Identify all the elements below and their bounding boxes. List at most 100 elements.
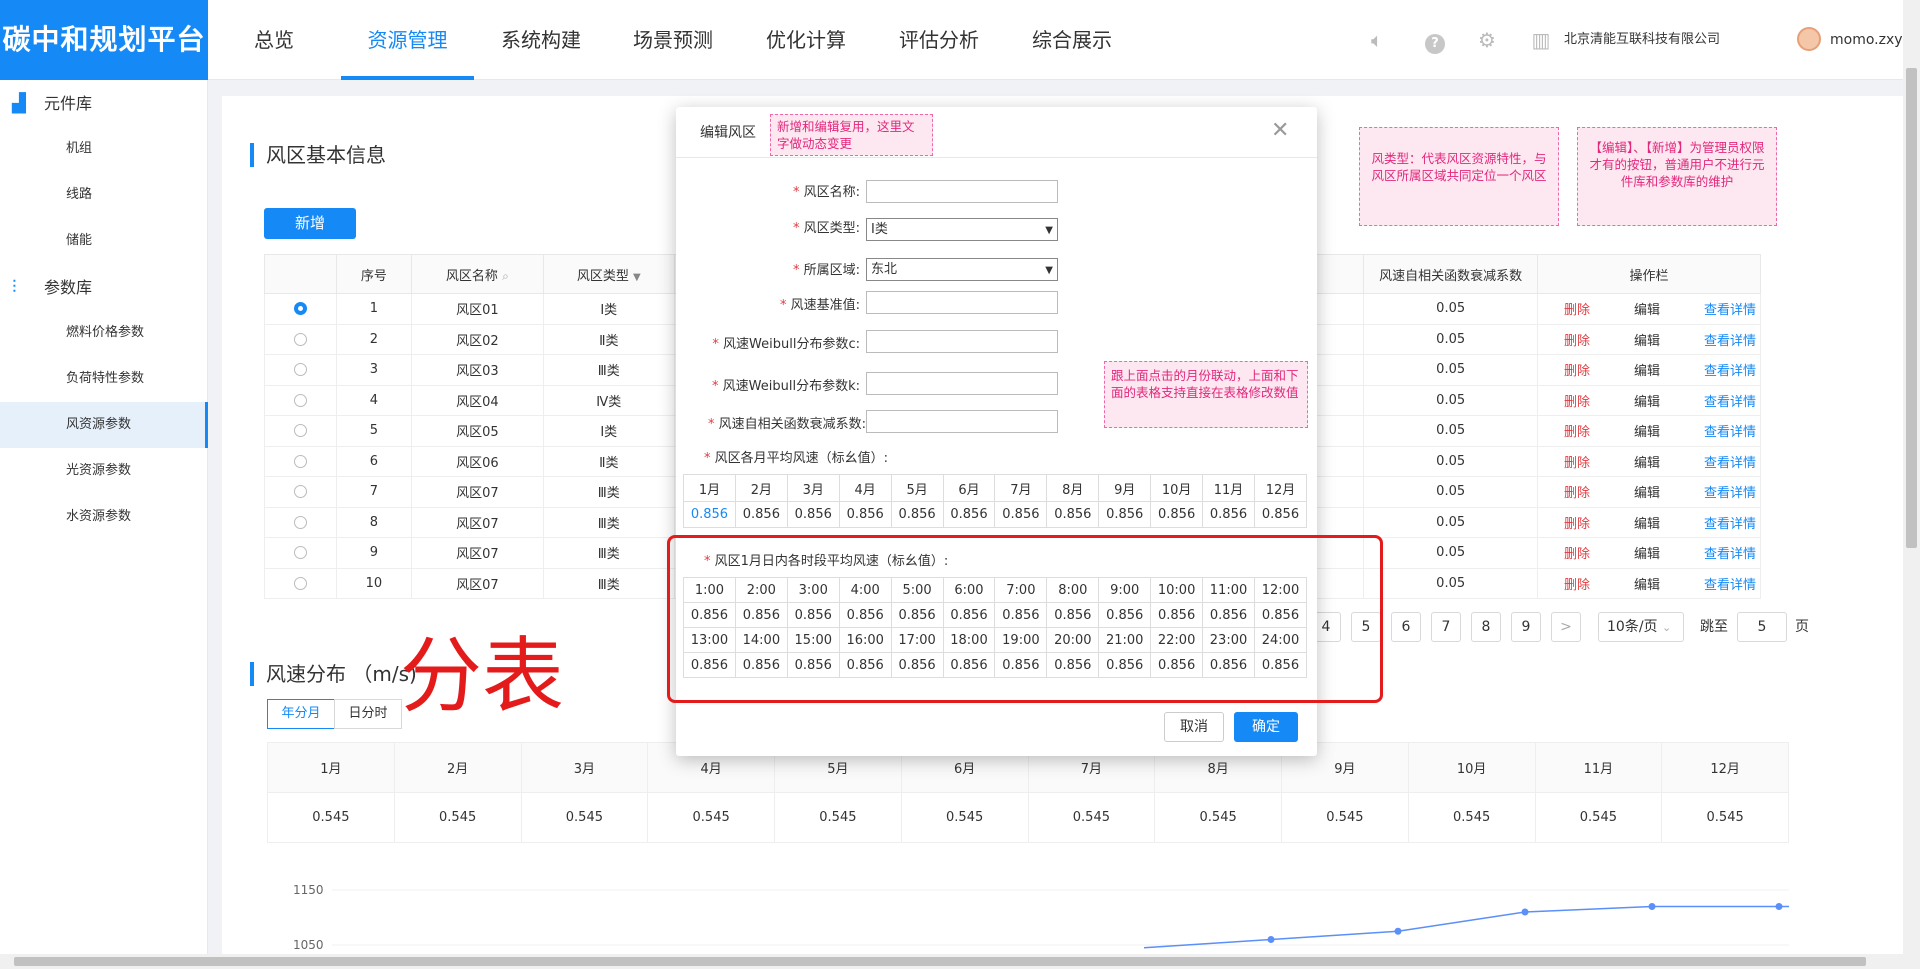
row-select-cell[interactable]: [264, 293, 337, 325]
tab-daily-hourly[interactable]: 日分时: [334, 699, 402, 729]
data-point[interactable]: [1267, 936, 1275, 943]
sidebar-group-component-library[interactable]: ▟ 元件库: [0, 84, 208, 124]
edit-link[interactable]: 编辑: [1634, 547, 1660, 562]
nav-resource-management[interactable]: 资源管理: [341, 0, 474, 80]
nav-scenario-forecast[interactable]: 场景预测: [631, 0, 715, 80]
view-detail-link[interactable]: 查看详情: [1704, 395, 1756, 410]
delete-link[interactable]: 删除: [1564, 395, 1590, 410]
next-page-button[interactable]: >: [1551, 612, 1581, 642]
delete-link[interactable]: 删除: [1564, 547, 1590, 562]
delete-link[interactable]: 删除: [1564, 425, 1590, 440]
month-value-cell[interactable]: 0.856: [1253, 501, 1308, 528]
month-value-cell[interactable]: 0.856: [994, 501, 1048, 528]
month-value-cell[interactable]: 0.856: [1046, 501, 1100, 528]
page-button[interactable]: 8: [1471, 612, 1501, 642]
gear-icon[interactable]: ⚙: [1475, 28, 1499, 52]
row-select-cell[interactable]: [264, 415, 337, 447]
view-detail-link[interactable]: 查看详情: [1704, 547, 1756, 562]
month-value-cell[interactable]: 0.856: [734, 501, 788, 528]
close-icon[interactable]: ✕: [1271, 120, 1289, 142]
row-radio[interactable]: [293, 515, 307, 529]
sidebar-item-generator[interactable]: 机组: [0, 126, 208, 172]
view-detail-link[interactable]: 查看详情: [1704, 486, 1756, 501]
delete-link[interactable]: 删除: [1564, 578, 1590, 593]
month-value-cell[interactable]: 0.856: [838, 501, 892, 528]
view-detail-link[interactable]: 查看详情: [1704, 364, 1756, 379]
cancel-button[interactable]: 取消: [1164, 712, 1224, 742]
decay-coef-input[interactable]: [866, 410, 1058, 433]
row-radio[interactable]: [293, 332, 307, 346]
page-button[interactable]: 9: [1511, 612, 1541, 642]
nav-overview[interactable]: 总览: [241, 0, 307, 80]
tab-yearly-monthly[interactable]: 年分月: [267, 699, 335, 729]
nav-optimization[interactable]: 优化计算: [764, 0, 848, 80]
row-select-cell[interactable]: [264, 354, 337, 386]
region-select[interactable]: 东北 ▼: [866, 258, 1058, 281]
row-radio[interactable]: [293, 454, 307, 468]
row-radio[interactable]: [293, 485, 307, 499]
zone-name-input[interactable]: [866, 180, 1058, 203]
data-point[interactable]: [1648, 903, 1656, 910]
search-icon[interactable]: ⌕: [502, 269, 509, 283]
row-select-cell[interactable]: [264, 323, 337, 355]
edit-link[interactable]: 编辑: [1634, 334, 1660, 349]
row-select-cell[interactable]: [264, 384, 337, 416]
edit-link[interactable]: 编辑: [1634, 456, 1660, 471]
row-select-cell[interactable]: [264, 567, 337, 599]
row-select-cell[interactable]: [264, 445, 337, 477]
horizontal-scroll-thumb[interactable]: [14, 957, 1866, 966]
edit-link[interactable]: 编辑: [1634, 486, 1660, 501]
sidebar-item-line[interactable]: 线路: [0, 172, 208, 218]
page-button[interactable]: 6: [1391, 612, 1421, 642]
row-radio[interactable]: [293, 302, 307, 316]
nav-evaluation[interactable]: 评估分析: [897, 0, 981, 80]
delete-link[interactable]: 删除: [1564, 517, 1590, 532]
vertical-scroll-thumb[interactable]: [1906, 68, 1917, 548]
view-detail-link[interactable]: 查看详情: [1704, 425, 1756, 440]
month-value-cell[interactable]: 0.856: [890, 501, 944, 528]
sidebar-item-storage[interactable]: 储能: [0, 218, 208, 264]
sidebar-item-hydro-resource[interactable]: 水资源参数: [0, 494, 208, 540]
nav-dashboard[interactable]: 综合展示: [1030, 0, 1114, 80]
page-size-select[interactable]: 10条/页 ⌄: [1598, 612, 1684, 642]
delete-link[interactable]: 删除: [1564, 303, 1590, 318]
jump-page-input[interactable]: 5: [1737, 612, 1787, 642]
user-name[interactable]: momo.zxy: [1830, 0, 1903, 80]
base-speed-input[interactable]: [866, 291, 1058, 314]
app-logo[interactable]: 碳中和规划平台: [0, 0, 208, 80]
row-select-cell[interactable]: [264, 506, 337, 538]
delete-link[interactable]: 删除: [1564, 486, 1590, 501]
row-radio[interactable]: [293, 363, 307, 377]
edit-link[interactable]: 编辑: [1634, 425, 1660, 440]
row-radio[interactable]: [293, 393, 307, 407]
data-point[interactable]: [1775, 903, 1783, 910]
weibull-k-input[interactable]: [866, 372, 1058, 395]
zone-type-select[interactable]: Ⅰ类 ▼: [866, 218, 1058, 241]
edit-link[interactable]: 编辑: [1634, 395, 1660, 410]
add-button[interactable]: 新增: [264, 208, 356, 239]
delete-link[interactable]: 删除: [1564, 364, 1590, 379]
row-radio[interactable]: [293, 576, 307, 590]
sidebar-group-parameter-library[interactable]: ⫶ 参数库: [0, 268, 208, 308]
edit-link[interactable]: 编辑: [1634, 578, 1660, 593]
month-value-cell[interactable]: 0.856: [1202, 501, 1255, 528]
delete-link[interactable]: 删除: [1564, 456, 1590, 471]
edit-link[interactable]: 编辑: [1634, 303, 1660, 318]
view-detail-link[interactable]: 查看详情: [1704, 456, 1756, 471]
sidebar-item-solar-resource[interactable]: 光资源参数: [0, 448, 208, 494]
confirm-button[interactable]: 确定: [1234, 712, 1298, 742]
sidebar-item-load-characteristic[interactable]: 负荷特性参数: [0, 356, 208, 402]
sidebar-item-fuel-price[interactable]: 燃料价格参数: [0, 310, 208, 356]
row-radio[interactable]: [293, 546, 307, 560]
row-radio[interactable]: [293, 424, 307, 438]
row-select-cell[interactable]: [264, 476, 337, 508]
month-value-cell[interactable]: 0.856: [1098, 501, 1152, 528]
view-detail-link[interactable]: 查看详情: [1704, 517, 1756, 532]
help-icon[interactable]: ?: [1423, 28, 1447, 54]
row-select-cell[interactable]: [264, 537, 337, 569]
month-value-cell[interactable]: 0.856: [942, 501, 996, 528]
nav-system-build[interactable]: 系统构建: [499, 0, 583, 80]
view-detail-link[interactable]: 查看详情: [1704, 334, 1756, 349]
avatar[interactable]: [1797, 27, 1821, 51]
volume-icon[interactable]: 🔈︎: [1365, 28, 1389, 52]
